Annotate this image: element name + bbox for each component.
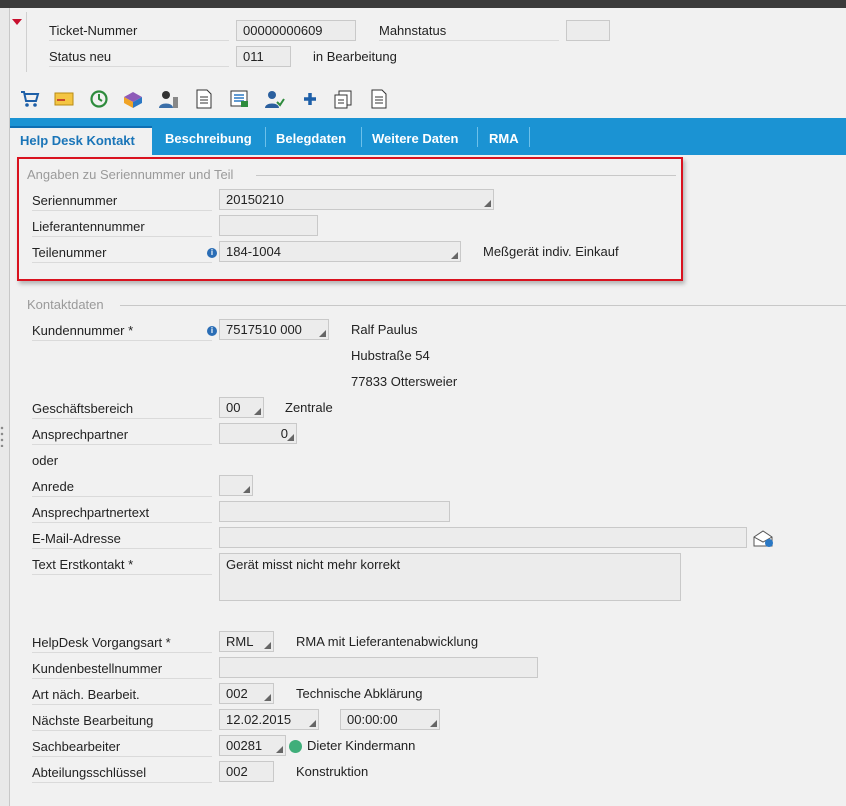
document-icon[interactable] xyxy=(193,88,215,110)
tab-weitere-daten[interactable]: Weitere Daten xyxy=(362,126,468,155)
agent-status-icon xyxy=(289,740,302,753)
customer-order-field[interactable] xyxy=(219,657,538,678)
tab-help-desk-kontakt[interactable]: Help Desk Kontakt xyxy=(10,126,152,155)
part-number-label: Teilenummer xyxy=(32,243,212,263)
dunning-status-field[interactable] xyxy=(566,20,610,41)
salutation-label: Anrede xyxy=(32,477,212,497)
agent-label: Sachbearbeiter xyxy=(32,737,212,757)
next-processing-type-field[interactable]: 002 xyxy=(219,683,274,704)
page-icon[interactable] xyxy=(368,88,390,110)
header-divider xyxy=(26,12,27,72)
info-icon[interactable]: i xyxy=(207,326,217,336)
plus-icon[interactable] xyxy=(299,88,321,110)
user-icon[interactable] xyxy=(158,88,180,110)
or-label: oder xyxy=(32,453,59,468)
send-email-icon[interactable] xyxy=(752,528,774,548)
contact-text-field[interactable] xyxy=(219,501,450,522)
agent-name: Dieter Kindermann xyxy=(307,738,416,753)
ticket-number-field[interactable]: 00000000609 xyxy=(236,20,356,41)
salutation-field[interactable] xyxy=(219,475,253,496)
part-number-field[interactable]: 184-1004 xyxy=(219,241,461,262)
status-label: Status neu xyxy=(49,47,229,67)
helpdesk-type-field[interactable]: RML xyxy=(219,631,274,652)
customer-order-label: Kundenbestellnummer xyxy=(32,659,212,679)
department-key-field[interactable]: 002 xyxy=(219,761,274,782)
customer-city: 77833 Ottersweier xyxy=(351,374,458,389)
first-contact-text-area[interactable]: Gerät misst nicht mehr korrekt xyxy=(219,553,681,601)
next-processing-type-text: Technische Abklärung xyxy=(296,686,423,701)
ticket-number-label: Ticket-Nummer xyxy=(49,21,229,41)
customer-number-label: Kundennummer * xyxy=(32,321,212,341)
tab-belegdaten[interactable]: Belegdaten xyxy=(266,126,356,155)
business-area-label: Geschäftsbereich xyxy=(32,399,212,419)
customer-name: Ralf Paulus xyxy=(351,322,418,337)
tab-separator xyxy=(477,127,478,147)
next-processing-type-label: Art näch. Bearbeit. xyxy=(32,685,212,705)
helpdesk-type-text: RMA mit Lieferantenabwicklung xyxy=(296,634,479,649)
copy-document-icon[interactable] xyxy=(332,88,354,110)
next-processing-date-field[interactable]: 12.02.2015 xyxy=(219,709,319,730)
serial-group-title: Angaben zu Seriennummer und Teil xyxy=(27,167,234,182)
department-text: Konstruktion xyxy=(296,764,369,779)
customer-street: Hubstraße 54 xyxy=(351,348,430,363)
first-contact-text-label: Text Erstkontakt * xyxy=(32,555,212,575)
contact-text-label: Ansprechpartnertext xyxy=(32,503,212,523)
status-field[interactable]: 011 xyxy=(236,46,291,67)
supplier-number-field[interactable] xyxy=(219,215,318,236)
package-icon[interactable] xyxy=(122,88,144,110)
collapse-triangle-icon[interactable] xyxy=(12,19,22,25)
status-text: in Bearbeitung xyxy=(313,49,397,64)
list-document-icon[interactable] xyxy=(229,88,251,110)
window-top-bar xyxy=(0,0,846,8)
next-processing-label: Nächste Bearbeitung xyxy=(32,711,212,731)
email-field[interactable] xyxy=(219,527,747,548)
customer-number-field[interactable]: 7517510 000 xyxy=(219,319,329,340)
group-divider xyxy=(120,305,846,306)
agent-field[interactable]: 00281 xyxy=(219,735,286,756)
supplier-number-label: Lieferantennummer xyxy=(32,217,212,237)
email-label: E-Mail-Adresse xyxy=(32,529,212,549)
department-key-label: Abteilungsschlüssel xyxy=(32,763,212,783)
contact-group-title: Kontaktdaten xyxy=(27,297,104,312)
part-description: Meßgerät indiv. Einkauf xyxy=(483,244,619,259)
serial-number-field[interactable]: 20150210 xyxy=(219,189,494,210)
envelope-icon[interactable] xyxy=(53,88,75,110)
history-icon[interactable] xyxy=(88,88,110,110)
resize-grip-icon[interactable] xyxy=(0,425,4,447)
info-icon[interactable]: i xyxy=(207,248,217,258)
contact-person-label: Ansprechpartner xyxy=(32,425,212,445)
helpdesk-type-label: HelpDesk Vorgangsart * xyxy=(32,633,212,653)
cart-icon[interactable] xyxy=(19,88,41,110)
group-divider xyxy=(256,175,676,176)
contact-person-field[interactable]: 0 xyxy=(219,423,297,444)
serial-number-label: Seriennummer xyxy=(32,191,212,211)
dunning-status-label: Mahnstatus xyxy=(379,21,559,41)
tab-beschreibung[interactable]: Beschreibung xyxy=(155,126,262,155)
business-area-field[interactable]: 00 xyxy=(219,397,264,418)
tab-separator xyxy=(529,127,530,147)
technician-icon[interactable] xyxy=(263,88,285,110)
business-area-text: Zentrale xyxy=(285,400,333,415)
tab-rma[interactable]: RMA xyxy=(479,126,529,155)
next-processing-time-field[interactable]: 00:00:00 xyxy=(340,709,440,730)
